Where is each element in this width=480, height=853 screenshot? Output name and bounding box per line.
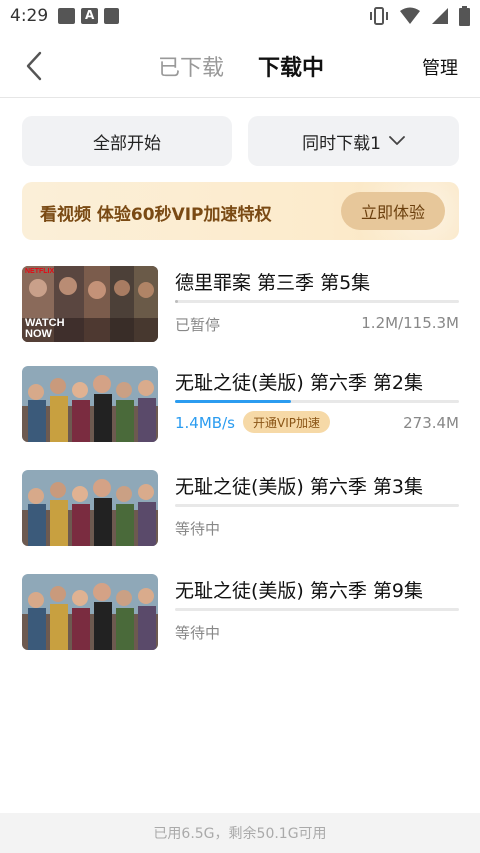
manage-button[interactable]: 管理	[422, 54, 458, 80]
a-app-icon	[81, 8, 98, 24]
download-item[interactable]: 无耻之徒(美版) 第六季 第9集 等待中	[22, 574, 459, 652]
start-all-button[interactable]: 全部开始	[22, 116, 232, 166]
download-title: 无耻之徒(美版) 第六季 第9集	[175, 580, 423, 602]
tab-downloading[interactable]: 下载中	[258, 50, 324, 82]
status-right-icons	[369, 6, 470, 26]
back-button[interactable]	[18, 48, 52, 84]
status-bar: 4:29	[0, 0, 480, 34]
download-item[interactable]: 无耻之徒(美版) 第六季 第3集 等待中	[22, 470, 459, 548]
video-thumbnail	[22, 470, 158, 546]
download-title: 无耻之徒(美版) 第六季 第2集	[175, 372, 423, 394]
thumb-now-label: NOW	[25, 328, 53, 340]
tab-downloaded[interactable]: 已下载	[158, 50, 224, 82]
storage-text: 已用6.5G，剩余50.1G可用	[153, 826, 327, 842]
video-thumbnail	[22, 574, 158, 650]
download-item[interactable]: NETFLIX WATCH NOW 德里罪案 第三季 第5集 已暂停 1.2M/…	[22, 266, 459, 344]
battery-icon	[459, 6, 470, 26]
vip-banner-text: 看视频 体验60秒VIP加速特权	[40, 205, 272, 225]
progress-fill	[175, 400, 292, 403]
download-info: 无耻之徒(美版) 第六季 第2集 1.4MB/s 开通VIP加速 273.4M	[175, 366, 459, 444]
chevron-down-icon	[389, 136, 405, 145]
progress-track	[175, 608, 459, 611]
wifi-icon	[400, 7, 420, 24]
download-info: 无耻之徒(美版) 第六季 第9集 等待中	[175, 574, 459, 652]
progress-track	[175, 400, 459, 403]
download-speed: 1.4MB/s	[175, 414, 235, 432]
simultaneous-label: 同时下载1	[302, 133, 381, 154]
progress-track	[175, 300, 459, 303]
download-item[interactable]: 无耻之徒(美版) 第六季 第2集 1.4MB/s 开通VIP加速 273.4M	[22, 366, 459, 444]
vip-speedup-tag[interactable]: 开通VIP加速	[243, 411, 330, 433]
vibrate-icon	[370, 7, 388, 25]
download-status: 已暂停	[175, 316, 221, 334]
start-all-label: 全部开始	[93, 133, 161, 154]
download-info: 无耻之徒(美版) 第六季 第3集 等待中	[175, 470, 459, 548]
download-status: 等待中	[175, 624, 221, 642]
action-row: 全部开始 同时下载1	[22, 116, 459, 166]
download-size: 1.2M/115.3M	[361, 314, 459, 332]
vip-try-label: 立即体验	[360, 203, 425, 222]
download-title: 德里罪案 第三季 第5集	[175, 272, 371, 294]
download-title: 无耻之徒(美版) 第六季 第3集	[175, 476, 423, 498]
top-nav: 已下载 下载中 管理	[0, 34, 480, 98]
book-app-icon	[104, 8, 119, 24]
video-thumbnail	[22, 366, 158, 442]
tvb-app-icon	[58, 8, 75, 24]
storage-footer: 已用6.5G，剩余50.1G可用	[0, 813, 480, 853]
simultaneous-download-dropdown[interactable]: 同时下载1	[248, 116, 459, 166]
status-left-icons	[58, 8, 119, 24]
thumb-netflix-label: NETFLIX	[25, 268, 54, 275]
status-time: 4:29	[10, 6, 49, 26]
download-info: 德里罪案 第三季 第5集 已暂停 1.2M/115.3M	[175, 266, 459, 344]
vip-try-button[interactable]: 立即体验	[341, 192, 445, 230]
download-size: 273.4M	[403, 414, 459, 432]
progress-fill	[175, 300, 178, 303]
vip-banner[interactable]: 看视频 体验60秒VIP加速特权 立即体验	[22, 182, 459, 240]
video-thumbnail: NETFLIX WATCH NOW	[22, 266, 158, 342]
progress-track	[175, 504, 459, 507]
download-status: 等待中	[175, 520, 221, 538]
chevron-left-icon	[26, 51, 42, 81]
signal-icon	[432, 8, 448, 24]
